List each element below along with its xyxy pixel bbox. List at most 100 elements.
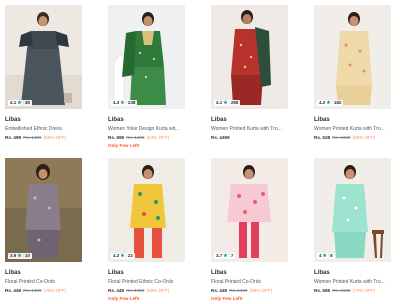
discount-label: (70% OFF) [352, 288, 376, 293]
product-card[interactable]: 3.7 ★ | 7 Libas Floral Printed Co-Ords R… [211, 158, 288, 303]
product-image[interactable]: 4 ★ | 8 [314, 158, 391, 262]
rating-badge: 3.7 ★ | 7 [214, 253, 236, 259]
product-title[interactable]: Women Yoke Design Kurta wit... [108, 126, 185, 132]
product-image[interactable]: 4.3 ★ | 238 [108, 5, 185, 109]
product-grid: 4.1 ★ | 38 Libas Embellished Ethnic Dres… [0, 0, 400, 304]
rating-separator: | [125, 100, 127, 105]
rating-separator: | [125, 253, 127, 258]
stock-alert: Only Few Left! [211, 296, 243, 301]
rating-value: 3.9 [10, 253, 17, 258]
product-price: Rs. 528 Rs. 1699 (69% OFF) [314, 135, 375, 140]
original-price: Rs. 1499 [23, 288, 42, 293]
stock-alert: Only Few Left! [108, 296, 140, 301]
selling-price: Rs. 499 [5, 135, 22, 140]
product-image[interactable]: 3.9 ★ | 10 [5, 158, 82, 262]
review-count: 10 [24, 253, 30, 258]
star-icon: ★ [120, 253, 125, 259]
product-image[interactable]: 4.2 ★ | 22 [108, 158, 185, 262]
star-icon: ★ [120, 100, 125, 106]
rating-badge: 4 ★ | 8 [317, 253, 335, 259]
product-price: Rs. 449 Rs. 1499 (70% OFF) [5, 288, 66, 293]
discount-label: (69% OFF) [146, 288, 170, 293]
product-brand[interactable]: Libas [5, 270, 21, 276]
star-icon: ★ [17, 253, 22, 259]
product-price: Rs. 699 Rs. 1499 (53% OFF) [108, 135, 169, 140]
original-price: Rs. 1499 [229, 288, 248, 293]
rating-badge: 4.1 ★ | 38 [8, 100, 32, 106]
product-card[interactable]: 3.9 ★ | 10 Libas Floral Printed Co-Ords … [5, 158, 82, 298]
product-card[interactable]: 4 ★ | 8 Libas Women Printed Kurta with T… [314, 158, 391, 298]
product-price: Rs. 449 Rs. 1499 (69% OFF) [211, 288, 272, 293]
product-brand[interactable]: Libas [108, 117, 124, 123]
discount-label: (70% OFF) [43, 288, 67, 293]
product-photo [108, 5, 185, 109]
product-title[interactable]: Embellished Ethnic Dress [5, 126, 82, 132]
discount-label: (69% OFF) [352, 135, 376, 140]
star-icon: ★ [223, 100, 228, 106]
product-photo [211, 5, 288, 109]
product-photo [314, 158, 391, 262]
review-count: 255 [230, 100, 239, 105]
discount-label: (69% OFF) [249, 288, 273, 293]
review-count: 8 [330, 253, 333, 258]
star-icon: ★ [322, 253, 327, 259]
product-price: Rs. 4499 [211, 135, 230, 140]
product-brand[interactable]: Libas [314, 117, 330, 123]
product-card[interactable]: 4.1 ★ | 38 Libas Embellished Ethnic Dres… [5, 5, 82, 145]
discount-label: (66% OFF) [43, 135, 67, 140]
review-count: 22 [127, 253, 133, 258]
rating-value: 4.3 [113, 100, 120, 105]
product-card[interactable]: 4.2 ★ | 182 Libas Women Printed Kurta wi… [314, 5, 391, 145]
rating-separator: | [228, 100, 230, 105]
product-brand[interactable]: Libas [108, 270, 124, 276]
product-image[interactable]: 3.7 ★ | 7 [211, 158, 288, 262]
product-photo [314, 5, 391, 109]
product-card[interactable]: 4.2 ★ | 22 Libas Floral Printed Ethnic C… [108, 158, 185, 303]
selling-price: Rs. 599 [314, 288, 331, 293]
product-brand[interactable]: Libas [314, 270, 330, 276]
review-count: 238 [127, 100, 136, 105]
product-title[interactable]: Floral Printed Co-Ords [5, 279, 82, 285]
rating-separator: | [328, 253, 330, 258]
rating-value: 4.2 [319, 100, 326, 105]
original-price: Rs. 1499 [126, 288, 145, 293]
original-price: Rs. 1699 [332, 135, 351, 140]
product-title[interactable]: Women Printed Kurta with Tro... [314, 126, 391, 132]
rating-separator: | [22, 253, 24, 258]
product-price: Rs. 499 Rs. 1499 (66% OFF) [5, 135, 66, 140]
rating-separator: | [22, 100, 24, 105]
original-price: Rs. 1999 [332, 288, 351, 293]
rating-separator: | [331, 100, 333, 105]
product-title[interactable]: Women Printed Kurta with Tro... [314, 279, 391, 285]
product-brand[interactable]: Libas [211, 117, 227, 123]
product-title[interactable]: Floral Printed Ethnic Co-Ords [108, 279, 185, 285]
rating-value: 4.1 [10, 100, 17, 105]
product-photo [108, 158, 185, 262]
review-count: 38 [24, 100, 30, 105]
review-count: 182 [333, 100, 342, 105]
product-card[interactable]: 4.1 ★ | 255 Libas Women Printed Kurta wi… [211, 5, 288, 145]
original-price: Rs. 1499 [126, 135, 145, 140]
rating-value: 4.2 [113, 253, 120, 258]
rating-separator: | [228, 253, 230, 258]
selling-price: Rs. 449 [211, 288, 228, 293]
product-price: Rs. 599 Rs. 1999 (70% OFF) [314, 288, 375, 293]
rating-badge: 4.3 ★ | 238 [111, 100, 138, 106]
star-icon: ★ [17, 100, 22, 106]
product-image[interactable]: 4.1 ★ | 38 [5, 5, 82, 109]
product-photo [211, 158, 288, 262]
original-price: Rs. 1499 [23, 135, 42, 140]
product-card[interactable]: 4.3 ★ | 238 Libas Women Yoke Design Kurt… [108, 5, 185, 150]
selling-price: Rs. 528 [314, 135, 331, 140]
product-title[interactable]: Floral Printed Co-Ords [211, 279, 288, 285]
discount-label: (53% OFF) [146, 135, 170, 140]
selling-price: Rs. 449 [5, 288, 22, 293]
product-price: Rs. 449 Rs. 1499 (69% OFF) [108, 288, 169, 293]
product-photo [5, 158, 82, 262]
product-title[interactable]: Women Printed Kurta with Tro... [211, 126, 288, 132]
product-brand[interactable]: Libas [211, 270, 227, 276]
product-brand[interactable]: Libas [5, 117, 21, 123]
product-image[interactable]: 4.2 ★ | 182 [314, 5, 391, 109]
product-image[interactable]: 4.1 ★ | 255 [211, 5, 288, 109]
rating-value: 3.7 [216, 253, 223, 258]
